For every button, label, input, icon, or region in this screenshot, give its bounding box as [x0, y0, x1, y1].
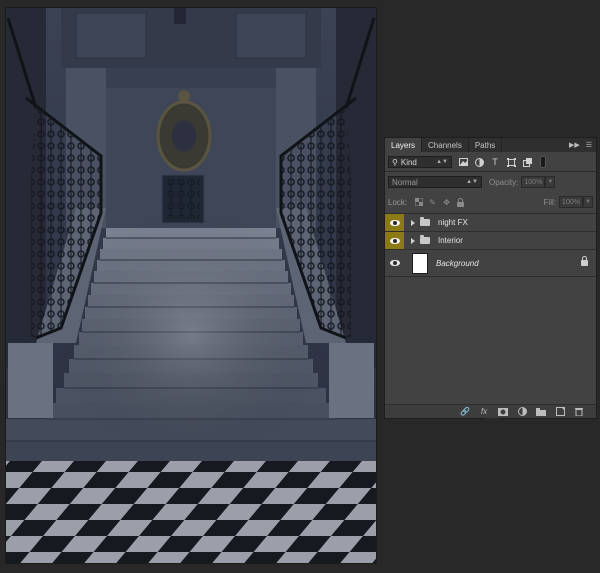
layers-panel: Layers Channels Paths ▶▶ ☰ ⚲ Kind ▲▼ T N…	[384, 137, 597, 420]
panel-tab-bar: Layers Channels Paths ▶▶ ☰	[385, 138, 596, 152]
expand-arrow-icon[interactable]	[411, 237, 415, 244]
blend-row: Normal ▲▼ Opacity: 100% ▼	[385, 174, 596, 190]
tab-layers-label: Layers	[391, 140, 416, 150]
type-filter-icon[interactable]: T	[490, 157, 500, 167]
lock-label: Lock:	[388, 197, 408, 207]
smart-object-filter-icon[interactable]	[522, 157, 532, 167]
layer-row-background[interactable]: Background	[385, 250, 596, 277]
folder-icon	[420, 217, 430, 226]
tab-paths-label: Paths	[474, 140, 496, 150]
tab-layers[interactable]: Layers	[385, 138, 423, 152]
panel-controls: ▶▶ ☰	[569, 138, 592, 152]
layer-visibility-toggle[interactable]	[385, 250, 404, 276]
opacity-dropdown-icon[interactable]: ▼	[545, 176, 556, 188]
layer-visibility-toggle[interactable]	[385, 214, 404, 231]
search-icon: ⚲	[392, 157, 398, 167]
layer-thumbnail	[412, 252, 428, 274]
layer-row-night-fx[interactable]: night FX	[385, 214, 596, 232]
layer-filter-row: ⚲ Kind ▲▼ T	[385, 154, 596, 170]
blend-mode-label: Normal	[392, 177, 418, 187]
fill-control: Fill: 100% ▼	[537, 196, 593, 208]
tab-channels-label: Channels	[428, 140, 462, 150]
link-layers-icon[interactable]: 🔗	[460, 407, 470, 417]
divider	[385, 171, 596, 172]
tab-paths[interactable]: Paths	[469, 138, 503, 152]
panel-resize-grip[interactable]	[485, 418, 499, 420]
chevron-updown-icon: ▲▼	[466, 179, 478, 185]
expand-arrow-icon[interactable]	[411, 219, 415, 226]
opacity-label: Opacity:	[489, 177, 519, 187]
delete-layer-icon[interactable]	[574, 407, 584, 417]
opacity-input[interactable]: 100%	[521, 176, 546, 188]
lock-icon	[581, 256, 588, 266]
filter-toggle-switch[interactable]	[540, 156, 546, 168]
lock-image-pixels-icon[interactable]: ✎	[428, 198, 437, 207]
fill-label: Fill:	[543, 197, 556, 207]
filter-kind-label: Kind	[400, 157, 417, 167]
lock-all-icon[interactable]	[456, 197, 465, 207]
new-layer-icon[interactable]	[555, 407, 565, 417]
layer-name: Background	[436, 258, 479, 268]
fill-dropdown-icon[interactable]: ▼	[583, 196, 593, 208]
layers-panel-footer: 🔗 fx	[385, 404, 596, 420]
panel-menu-icon[interactable]: ☰	[586, 141, 592, 149]
eye-icon	[389, 237, 400, 244]
fill-input[interactable]: 100%	[559, 196, 583, 208]
tab-channels[interactable]: Channels	[422, 138, 469, 152]
layer-name: Interior	[438, 236, 463, 245]
lock-row: Lock: ✎ ✥ Fill: 100% ▼	[385, 195, 596, 209]
layer-row-interior[interactable]: Interior	[385, 232, 596, 250]
add-mask-icon[interactable]	[498, 407, 508, 417]
folder-icon	[420, 235, 430, 244]
adjustment-filter-icon[interactable]	[474, 157, 484, 167]
eye-icon	[389, 219, 400, 226]
layer-name: night FX	[438, 218, 468, 227]
eye-icon	[389, 260, 400, 266]
chevron-updown-icon: ▲▼	[436, 159, 448, 165]
staircase-image	[6, 8, 376, 563]
document-canvas[interactable]	[6, 8, 376, 563]
layer-visibility-toggle[interactable]	[385, 232, 404, 249]
image-filter-icon[interactable]	[458, 157, 468, 167]
lock-transparent-pixels-icon[interactable]	[414, 198, 423, 207]
shape-filter-icon[interactable]	[506, 157, 516, 167]
lock-position-icon[interactable]: ✥	[442, 198, 451, 207]
new-adjustment-layer-icon[interactable]	[517, 407, 527, 417]
filter-kind-select[interactable]: ⚲ Kind ▲▼	[388, 156, 452, 168]
add-layer-style-icon[interactable]: fx	[479, 407, 489, 417]
collapse-panel-icon[interactable]: ▶▶	[569, 141, 580, 149]
photoshop-workspace: Layers Channels Paths ▶▶ ☰ ⚲ Kind ▲▼ T N…	[0, 0, 600, 573]
blend-mode-select[interactable]: Normal ▲▼	[388, 176, 482, 188]
new-group-icon[interactable]	[536, 407, 546, 417]
